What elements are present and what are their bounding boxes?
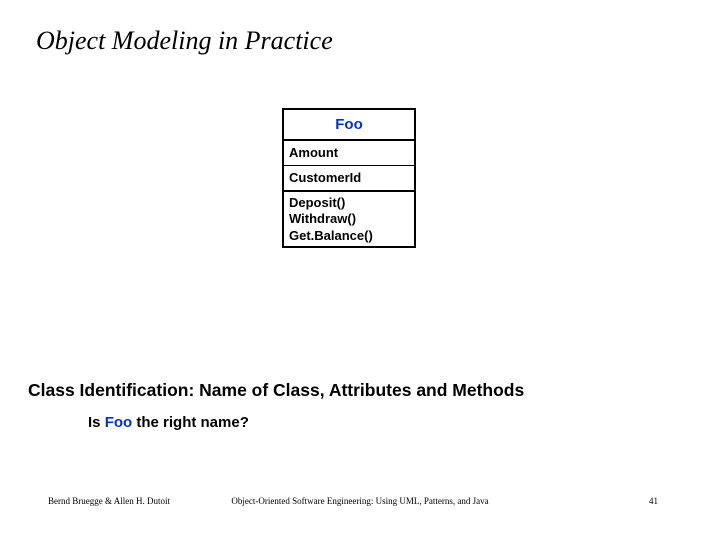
question-suffix: the right name? [132,414,249,431]
uml-attribute: Amount [284,141,414,165]
uml-attribute: CustomerId [284,165,414,190]
footer-page-number: 41 [649,496,658,506]
question-prefix: Is [88,414,105,431]
subtitle: Class Identification: Name of Class, Att… [28,380,524,401]
uml-operation: Deposit() [289,195,409,211]
uml-operation: Get.Balance() [289,228,409,244]
uml-attributes: Amount CustomerId [284,141,414,192]
slide: Object Modeling in Practice Foo Amount C… [0,0,720,540]
footer-book-title: Object-Oriented Software Engineering: Us… [0,496,720,506]
uml-operations: Deposit() Withdraw() Get.Balance() [284,192,414,246]
uml-class-name: Foo [284,110,414,141]
question-highlight: Foo [105,414,133,431]
page-title: Object Modeling in Practice [36,26,333,56]
uml-class-box: Foo Amount CustomerId Deposit() Withdraw… [282,108,416,248]
uml-operation: Withdraw() [289,211,409,227]
question-text: Is Foo the right name? [88,414,249,431]
